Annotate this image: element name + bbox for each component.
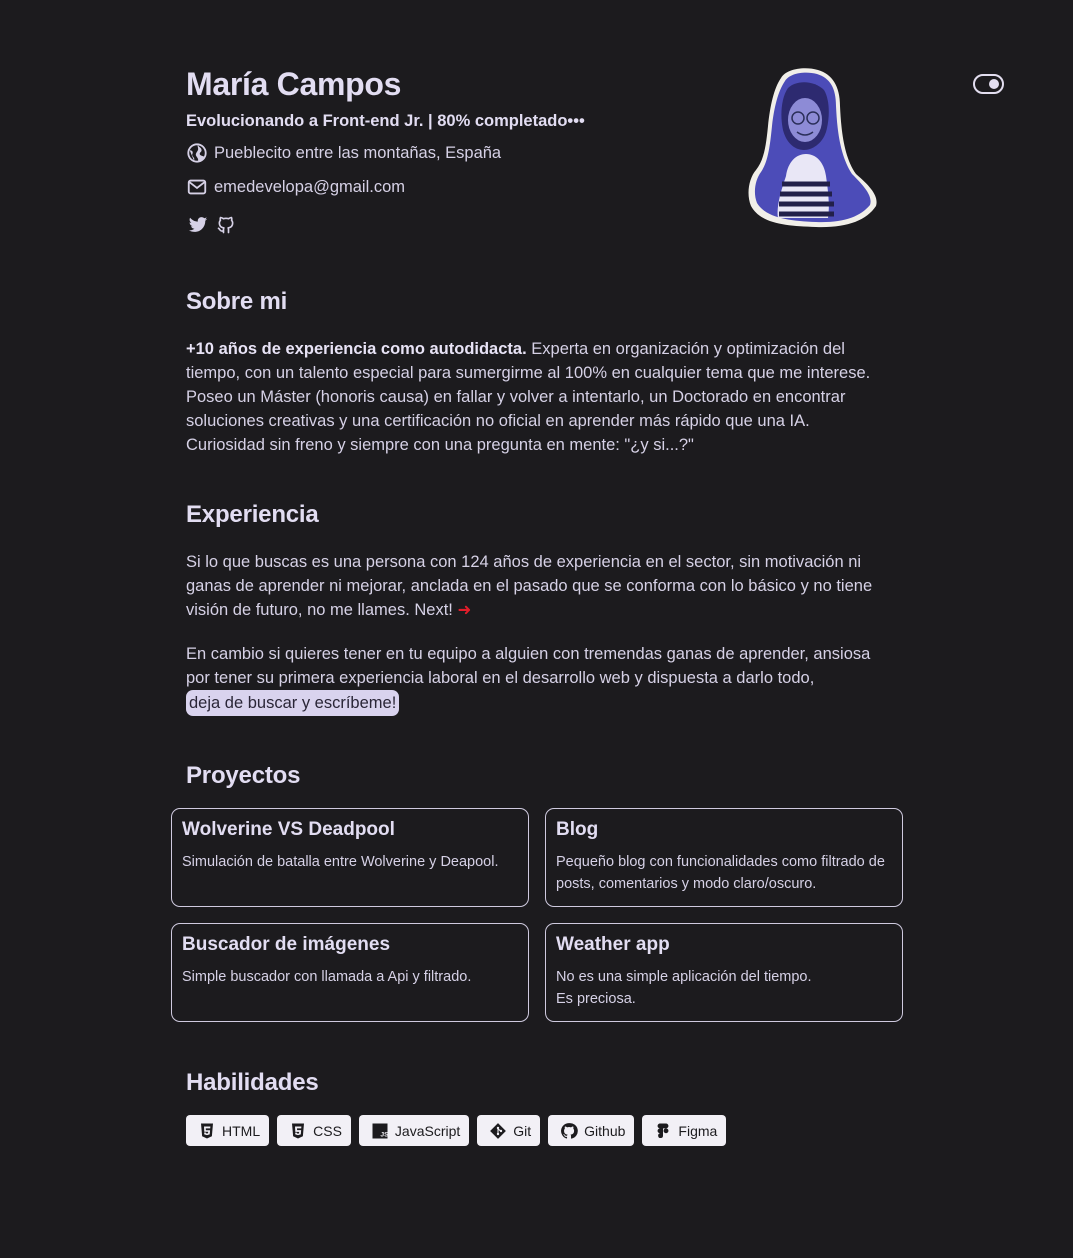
experience-section: Experiencia Si lo que buscas es una pers…	[186, 501, 906, 716]
location-text: Pueblecito entre las montañas, España	[214, 143, 502, 162]
project-description: Simple buscador con llamada a Api y filt…	[182, 969, 472, 985]
svg-text:JS: JS	[380, 1131, 389, 1138]
projects-title: Proyectos	[186, 762, 301, 789]
skills-list: HTML CSS JS JavaScript Git Github Figma	[186, 1115, 727, 1146]
skill-label: CSS	[313, 1122, 342, 1139]
skills-title: Habilidades	[186, 1069, 319, 1096]
profile-tagline: Evolucionando a Front-end Jr. | 80% comp…	[186, 112, 585, 130]
arrow-right-icon: ➜	[457, 601, 472, 619]
project-description: Simulación de batalla entre Wolverine y …	[182, 854, 499, 870]
theme-toggle-knob	[989, 79, 999, 89]
about-bold: +10 años de experiencia como autodidacta…	[186, 340, 527, 358]
project-description: Pequeño blog con funcionalidades como fi…	[556, 854, 885, 892]
project-card[interactable]: Buscador de imágenes Simple buscador con…	[171, 923, 529, 1022]
project-title: Buscador de imágenes	[182, 934, 391, 955]
css3-icon	[292, 1123, 305, 1138]
project-title: Weather app	[556, 934, 670, 955]
skill-badge-github: Github	[548, 1115, 635, 1146]
skill-label: Figma	[678, 1122, 718, 1139]
skill-badge-git: Git	[477, 1115, 541, 1146]
project-card[interactable]: Weather app No es una simple aplicación …	[545, 923, 903, 1022]
skill-label: JavaScript	[394, 1122, 461, 1139]
skill-badge-figma: Figma	[642, 1115, 727, 1146]
skill-label: Git	[513, 1122, 532, 1139]
project-card[interactable]: Wolverine VS Deadpool Simulación de bata…	[171, 808, 529, 907]
projects-section: Proyectos	[186, 762, 906, 790]
profile-avatar	[748, 68, 877, 228]
project-title: Wolverine VS Deadpool	[182, 819, 395, 840]
projects-grid: Wolverine VS Deadpool Simulación de bata…	[171, 808, 903, 1022]
experience-text-1: Si lo que buscas es una persona con 124 …	[186, 553, 873, 619]
about-title: Sobre mi	[186, 288, 288, 315]
skills-section: Habilidades	[186, 1069, 906, 1097]
about-text: +10 años de experiencia como autodidacta…	[186, 337, 886, 457]
skill-label: HTML	[222, 1122, 261, 1139]
globe-icon	[187, 143, 207, 163]
skill-badge-javascript: JS JavaScript	[358, 1115, 470, 1146]
location-row: Pueblecito entre las montañas, España	[186, 142, 501, 164]
skill-label: Github	[584, 1122, 626, 1139]
skill-badge-css: CSS	[277, 1115, 351, 1146]
project-card[interactable]: Blog Pequeño blog con funcionalidades co…	[545, 808, 903, 907]
experience-title: Experiencia	[186, 501, 319, 528]
about-section: Sobre mi +10 años de experiencia como au…	[186, 288, 906, 457]
html5-icon	[201, 1123, 213, 1138]
mail-icon	[187, 179, 207, 195]
email-text[interactable]: emedevelopa@gmail.com	[214, 178, 405, 197]
experience-text-2: En cambio si quieres tener en tu equipo …	[186, 645, 871, 687]
github-icon	[561, 1122, 578, 1139]
javascript-icon: JS	[372, 1123, 389, 1138]
project-title: Blog	[556, 819, 599, 840]
profile-header: María Campos Evolucionando a Front-end J…	[186, 64, 886, 244]
contact-cta-link[interactable]: deja de buscar y escríbeme!	[186, 690, 400, 716]
github-icon[interactable]	[216, 215, 236, 235]
theme-toggle[interactable]	[973, 74, 1004, 94]
email-row[interactable]: emedevelopa@gmail.com	[186, 176, 405, 198]
project-description: No es una simple aplicación del tiempo. …	[556, 969, 812, 1007]
figma-icon	[657, 1123, 669, 1138]
experience-paragraph-2: En cambio si quieres tener en tu equipo …	[186, 642, 876, 716]
git-icon	[490, 1122, 507, 1139]
experience-paragraph-1: Si lo que buscas es una persona con 124 …	[186, 550, 886, 622]
social-links	[188, 215, 236, 235]
skill-badge-html: HTML	[186, 1115, 270, 1146]
twitter-icon[interactable]	[188, 215, 208, 235]
